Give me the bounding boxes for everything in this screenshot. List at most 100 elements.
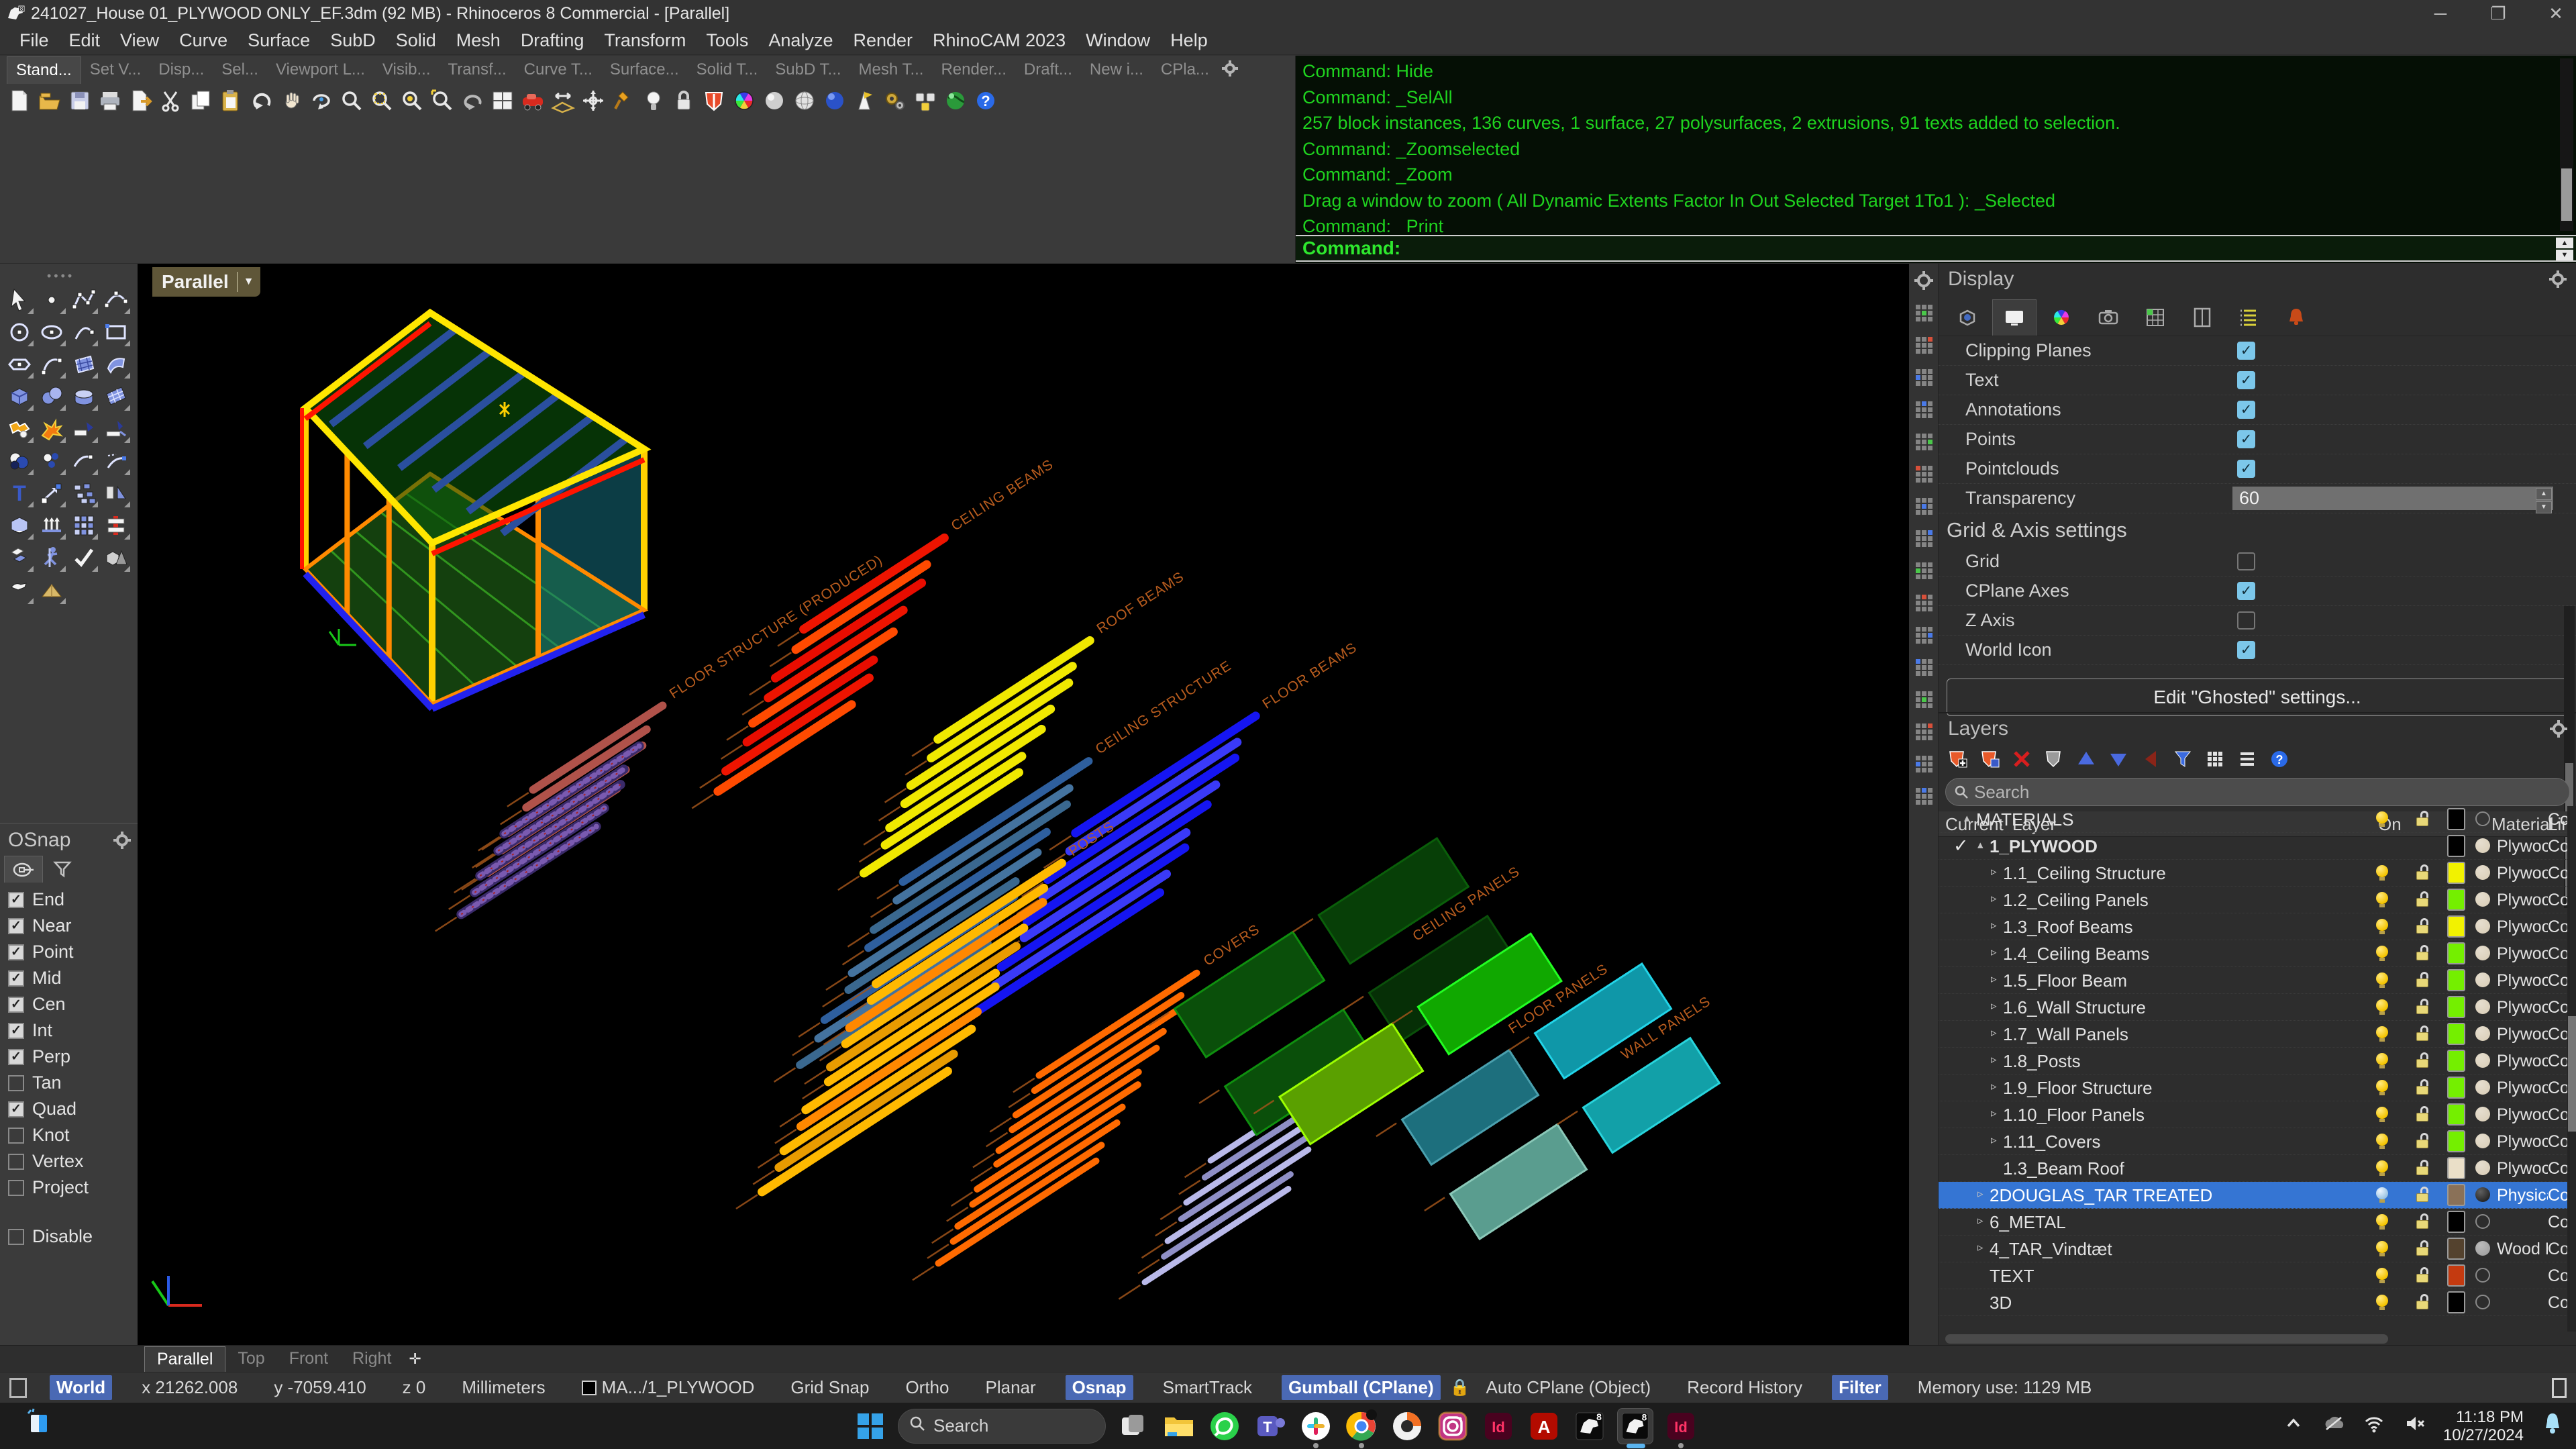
osnap-checkbox-knot[interactable]	[8, 1128, 24, 1144]
cut-icon[interactable]	[156, 87, 185, 115]
toolbar-tab-subdt[interactable]: SubD T...	[766, 56, 849, 83]
layers-search-input[interactable]	[1974, 782, 2524, 803]
tool-array-grid-icon[interactable]	[68, 509, 100, 542]
viewport-layout-icon[interactable]	[488, 87, 517, 115]
menu-help[interactable]: Help	[1160, 30, 1218, 51]
layer-row-text[interactable]: TEXTCo	[1939, 1262, 2576, 1289]
paste-icon[interactable]	[217, 87, 245, 115]
open-file-icon[interactable]	[36, 87, 64, 115]
menu-subd[interactable]: SubD	[320, 30, 386, 51]
rotate-view-icon[interactable]	[307, 87, 336, 115]
layer-material-sphere-icon[interactable]	[2475, 1295, 2490, 1309]
tool-select-cursor-icon[interactable]	[3, 284, 36, 316]
taskbar-rhino-icon[interactable]: 8	[1572, 1408, 1608, 1444]
layers-tool-move-down[interactable]	[2108, 748, 2129, 773]
dock-view-grid-icon[interactable]	[1912, 334, 1935, 356]
tool-mirror-icon[interactable]	[100, 477, 132, 509]
layer-color-swatch[interactable]	[2447, 1157, 2465, 1179]
toolbar-tab-render[interactable]: Render...	[932, 56, 1015, 83]
layer-visibility-bulb-icon[interactable]	[2376, 865, 2388, 881]
layers-tool-delete-layer[interactable]	[2011, 748, 2032, 773]
layers-vertical-scrollbar[interactable]	[2567, 806, 2576, 1332]
zoom-window-icon[interactable]	[368, 87, 396, 115]
tool-pyramid-icon[interactable]	[36, 574, 68, 606]
display-checkbox-clipping-planes[interactable]: ✓	[2237, 342, 2255, 360]
taskbar-slack-icon[interactable]	[1298, 1408, 1334, 1444]
layer-linetype[interactable]: Co	[2548, 917, 2569, 937]
layer-visibility-bulb-icon[interactable]	[2376, 1160, 2388, 1177]
layer-material-name[interactable]: Plywoo	[2497, 837, 2548, 856]
tool-polygon-icon[interactable]	[3, 348, 36, 381]
close-button[interactable]: ✕	[2542, 0, 2569, 27]
layer-material-name[interactable]: Wood F	[2497, 1240, 2548, 1259]
viewport-tab-front[interactable]: Front	[277, 1346, 340, 1371]
taskbar-whatsapp-icon[interactable]	[1206, 1408, 1243, 1444]
status-ma-1_plywood[interactable]: MA.../1_PLYWOOD	[575, 1375, 762, 1400]
viewport-parallel[interactable]: CEILING BEAMSROOF BEAMSFLOOR STRUCTURE (…	[138, 263, 1909, 1345]
layer-row-1-5_floor-beam[interactable]: ▹1.5_Floor BeamPlywooCo	[1939, 967, 2576, 994]
layer-linetype[interactable]: Co	[2548, 1052, 2569, 1071]
layer-material-sphere-icon[interactable]	[2475, 972, 2490, 987]
layer-visibility-bulb-icon[interactable]	[2376, 1214, 2388, 1230]
minimize-button[interactable]: ─	[2427, 0, 2454, 27]
tool-trim-icon[interactable]	[68, 413, 100, 445]
display-checkbox-grid[interactable]	[2237, 552, 2255, 570]
layer-color-swatch[interactable]	[2447, 996, 2465, 1018]
shaded-view-icon[interactable]	[760, 87, 788, 115]
dock-layout-grid-icon[interactable]	[1912, 720, 1935, 743]
layer-linetype[interactable]: Co	[2548, 1240, 2569, 1259]
layer-row-1-7_wall-panels[interactable]: ▹1.7_Wall PanelsPlywooCo	[1939, 1021, 2576, 1048]
layer-expander-closed-icon[interactable]: ▹	[1991, 1107, 1997, 1120]
dock-material-grid-icon[interactable]	[1912, 785, 1935, 807]
tool-explode-puzzle-icon[interactable]	[3, 413, 36, 445]
layer-color-swatch[interactable]	[2447, 862, 2465, 884]
layer-row-1-3_beam-roof[interactable]: 1.3_Beam RoofPlywooCo	[1939, 1155, 2576, 1182]
tool-solid-primitives-icon[interactable]	[100, 542, 132, 574]
dock-panel-gear-icon[interactable]	[1912, 269, 1935, 292]
layer-color-swatch[interactable]	[2447, 1211, 2465, 1233]
layer-material-sphere-icon[interactable]	[2475, 865, 2490, 880]
menu-solid[interactable]: Solid	[386, 30, 446, 51]
tool-surface-patch-icon[interactable]	[68, 348, 100, 381]
layer-color-swatch[interactable]	[2447, 1264, 2465, 1287]
layer-expander-closed-icon[interactable]: ▹	[1977, 1214, 1983, 1228]
toolbar-tab-sel[interactable]: Sel...	[213, 56, 267, 83]
toolbar-tab-solidt[interactable]: Solid T...	[688, 56, 767, 83]
layer-color-swatch[interactable]	[2447, 889, 2465, 911]
layer-expander-closed-icon[interactable]: ▹	[1991, 1134, 1997, 1147]
toolbar-tab-surface[interactable]: Surface...	[601, 56, 688, 83]
status-x-21262-008[interactable]: x 21262.008	[135, 1375, 244, 1400]
status-record-history[interactable]: Record History	[1680, 1375, 1809, 1400]
tool-explode-burst-icon[interactable]	[36, 413, 68, 445]
zoom-dynamic-icon[interactable]	[338, 87, 366, 115]
layer-material-sphere-icon[interactable]	[2475, 1268, 2490, 1283]
move-icon[interactable]	[579, 87, 607, 115]
layer-material-sphere-icon[interactable]	[2475, 838, 2490, 853]
layer-linetype[interactable]: Co	[2548, 810, 2569, 830]
taskbar-task-view-icon[interactable]	[1115, 1408, 1151, 1444]
layer-row-1-3_roof-beams[interactable]: ▹1.3_Roof BeamsPlywooCo	[1939, 913, 2576, 940]
status-world[interactable]: World	[50, 1375, 112, 1400]
layer-visibility-bulb-icon[interactable]	[2376, 999, 2388, 1015]
dock-file-grid-icon[interactable]	[1912, 752, 1935, 775]
taskbar-instagram-icon[interactable]	[1435, 1408, 1471, 1444]
layers-tool-list-view[interactable]	[2236, 748, 2258, 773]
osnap-checkbox-int[interactable]: ✓	[8, 1023, 24, 1039]
layer-expander-closed-icon[interactable]: ▹	[1991, 999, 1997, 1013]
dock-cplane-grid-icon[interactable]	[1912, 301, 1935, 324]
save-file-icon[interactable]	[66, 87, 94, 115]
status-ortho[interactable]: Ortho	[898, 1375, 956, 1400]
command-scrollbar[interactable]	[2560, 58, 2573, 231]
layer-linetype[interactable]: Co	[2548, 1079, 2569, 1098]
taskbar-acrobat-icon[interactable]: A	[1526, 1408, 1562, 1444]
tool-rectangle-icon[interactable]	[100, 316, 132, 348]
layer-linetype[interactable]: Co	[2548, 1213, 2569, 1232]
toolbar-tab-mesht[interactable]: Mesh T...	[850, 56, 933, 83]
tray-onedrive-icon[interactable]	[2322, 1412, 2345, 1440]
layers-tool-filter-left[interactable]	[2140, 748, 2161, 773]
taskbar-indesign-icon[interactable]: Id	[1480, 1408, 1516, 1444]
sphere-grid-icon[interactable]	[790, 87, 819, 115]
layer-visibility-bulb-icon[interactable]	[2376, 1241, 2388, 1257]
named-views-icon[interactable]	[519, 87, 547, 115]
tool-hand-pull-icon[interactable]	[3, 574, 36, 606]
